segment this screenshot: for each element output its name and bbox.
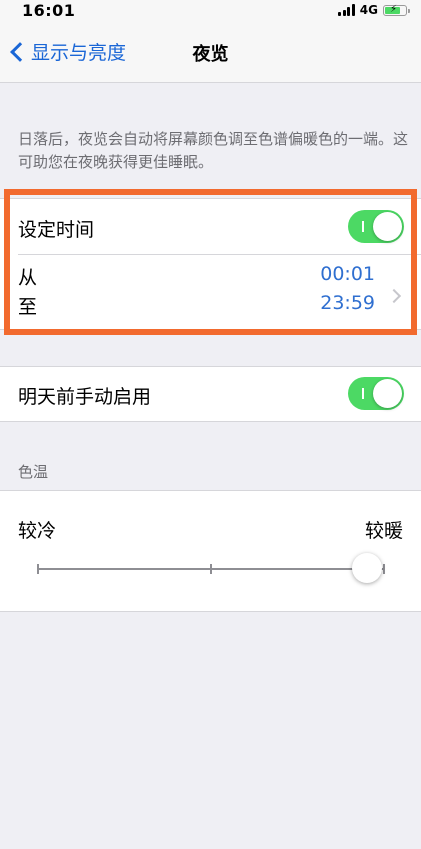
manual-enable-label: 明天前手动启用 — [18, 386, 152, 408]
toggle-knob — [373, 379, 402, 408]
less-warm-label: 较冷 — [18, 520, 57, 542]
schedule-time-row[interactable]: 从 至 00:01 23:59 — [0, 255, 421, 329]
slider-tick — [210, 564, 212, 574]
scheduled-row: 设定时间 — [0, 199, 421, 254]
night-shift-description: 日落后，夜览会自动将屏幕颜色调至色谱偏暖色的一端。这可助您在夜晚获得更佳睡眠。 — [18, 130, 409, 171]
slider-tick — [37, 564, 39, 574]
more-warm-label: 较暖 — [364, 520, 403, 542]
signal-icon — [338, 4, 355, 16]
page-title: 夜览 — [192, 44, 229, 65]
from-time: 00:01 — [320, 263, 375, 285]
network-type: 4G — [359, 3, 378, 17]
color-temperature-header: 色温 — [18, 463, 49, 481]
color-temperature-group — [0, 490, 421, 612]
scheduled-toggle[interactable] — [348, 210, 404, 243]
to-time: 23:59 — [320, 292, 375, 314]
status-bar: 16:01 4G ⚡ — [0, 0, 421, 20]
status-time: 16:01 — [22, 1, 76, 20]
from-label: 从 — [18, 267, 38, 289]
toggle-knob — [373, 212, 402, 241]
slider-knob[interactable] — [351, 553, 382, 583]
navigation-bar: 显示与亮度 夜览 — [0, 20, 421, 83]
slider-tick — [383, 564, 385, 574]
color-temperature-slider[interactable] — [37, 564, 385, 574]
battery-icon: ⚡ — [383, 4, 410, 16]
schedule-group: 设定时间 从 至 00:01 23:59 — [0, 198, 421, 330]
chevron-right-icon — [386, 288, 402, 304]
status-indicators: 4G ⚡ — [338, 3, 410, 17]
to-label: 至 — [18, 296, 38, 318]
scheduled-label: 设定时间 — [18, 219, 95, 241]
manual-group: 明天前手动启用 — [0, 366, 421, 422]
manual-enable-toggle[interactable] — [348, 377, 404, 410]
